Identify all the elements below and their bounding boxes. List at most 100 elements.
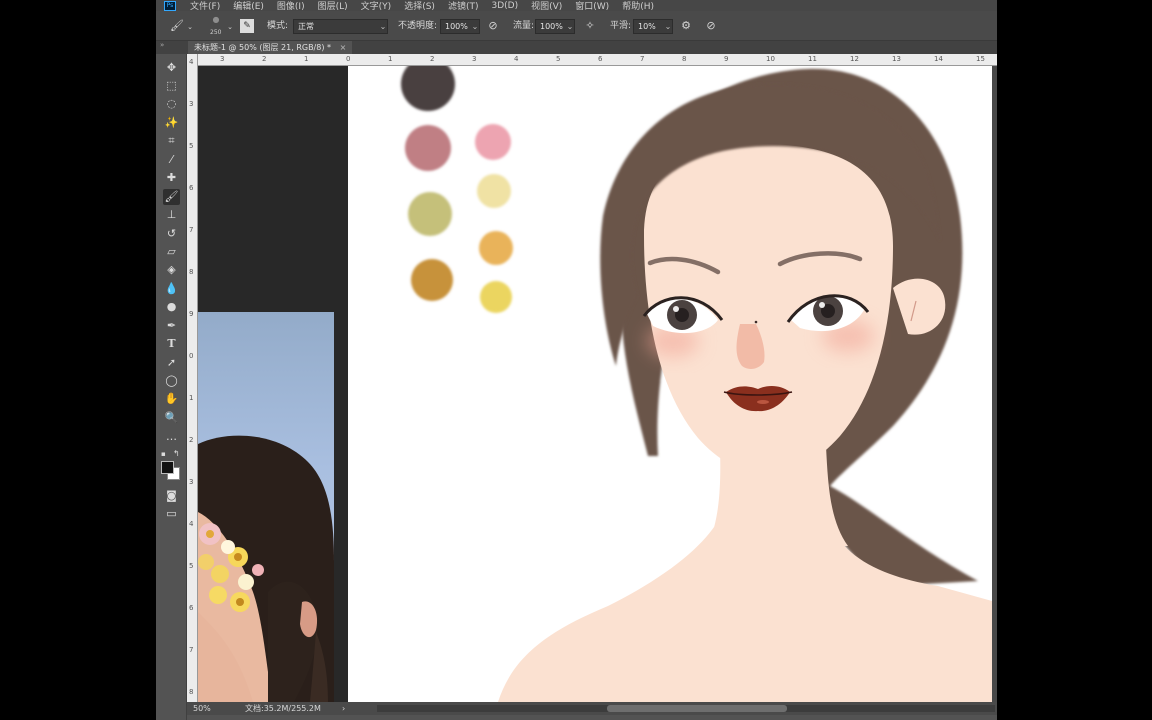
ellipse-icon[interactable]: ◯ xyxy=(163,373,180,389)
ruler-tick-label: 5 xyxy=(189,562,194,570)
smoothing-label: 平滑: xyxy=(610,21,632,31)
airbrush-icon[interactable]: ✧ xyxy=(583,20,597,32)
lasso-icon[interactable]: ◌ xyxy=(163,96,180,112)
tools-panel: ✥ ⬚ ◌ ✨ ⌗ ⁄ ✚ 🖌 ⊥ ↺ ▱ ◈ 💧 ● ✒ T ➚ ◯ ✋ 🔍 … xyxy=(156,54,187,720)
status-bar: 50% 文档:35.2M/255.2M › xyxy=(187,702,997,715)
ruler-tick-label: 9 xyxy=(724,55,729,63)
screen-mode-icon[interactable]: ▭ xyxy=(163,506,180,522)
brush-panel-toggle-icon[interactable]: ✎ xyxy=(240,19,254,33)
chevron-down-icon[interactable]: ⌄ xyxy=(378,19,388,34)
tab-title: 未标题-1 @ 50% (图层 21, RGB/8) * xyxy=(194,43,332,52)
color-palette xyxy=(401,66,513,313)
chevron-down-icon[interactable]: ⌄ xyxy=(226,21,234,33)
brush-preset-icon[interactable]: 🖌 xyxy=(170,20,184,32)
stamp-icon[interactable]: ⊥ xyxy=(163,207,180,223)
dodge-icon[interactable]: ● xyxy=(163,299,180,315)
ruler-tick-label: 5 xyxy=(556,55,561,63)
ruler-tick-label: 1 xyxy=(388,55,393,63)
history-brush-icon[interactable]: ↺ xyxy=(163,226,180,242)
quick-mask-icon[interactable]: ◙ xyxy=(163,488,180,504)
pressure-opacity-icon[interactable]: ⊘ xyxy=(486,20,500,32)
workspace xyxy=(198,66,992,702)
bucket-icon[interactable]: ◈ xyxy=(163,262,180,278)
chevron-down-icon[interactable]: ⌄ xyxy=(186,21,194,33)
brush-tip-icon[interactable]: ● xyxy=(209,14,223,24)
move-icon[interactable]: ✥ xyxy=(163,60,180,76)
swap-colors-icon[interactable]: ↰ xyxy=(173,449,180,458)
type-icon[interactable]: T xyxy=(163,336,180,352)
ruler-tick-label: 9 xyxy=(189,310,194,318)
horizontal-ruler: 3 2 1 0 1 2 3 4 5 6 7 8 9 10 11 12 13 14 15 xyxy=(198,54,997,66)
crop-icon[interactable]: ⌗ xyxy=(163,133,180,149)
tab-document[interactable]: 未标题-1 @ 50% (图层 21, RGB/8) * × xyxy=(188,41,353,54)
color-swatch xyxy=(480,281,512,313)
status-menu-arrow[interactable]: › xyxy=(342,702,345,715)
flow-label: 流量: xyxy=(513,21,535,31)
marquee-icon[interactable]: ⬚ xyxy=(163,78,180,94)
ruler-tick-label: 0 xyxy=(189,352,194,360)
brush-size-value: 250 xyxy=(210,29,222,36)
vertical-ruler: 4 3 5 6 7 8 9 0 1 2 3 4 5 6 7 8 xyxy=(187,54,198,702)
ruler-tick-label: 4 xyxy=(189,58,194,66)
more-icon[interactable]: … xyxy=(163,429,180,445)
canvas[interactable] xyxy=(348,66,992,702)
ruler-tick-label: 6 xyxy=(189,184,194,192)
ruler-tick-label: 11 xyxy=(808,55,817,63)
brush-icon[interactable]: 🖌 xyxy=(163,189,180,205)
chevron-down-icon[interactable]: ⌄ xyxy=(470,19,480,34)
default-colors-icon[interactable]: ▪ xyxy=(161,450,166,458)
ruler-tick-label: 1 xyxy=(189,394,194,402)
ruler-tick-label: 4 xyxy=(189,520,194,528)
color-swatch xyxy=(475,124,511,160)
foreground-color-swatch[interactable] xyxy=(161,461,174,474)
ruler-tick-label: 7 xyxy=(640,55,645,63)
ruler-tick-label: 8 xyxy=(682,55,687,63)
horizontal-scrollbar[interactable] xyxy=(377,705,995,712)
ruler-tick-label: 2 xyxy=(262,55,267,63)
ruler-tick-label: 8 xyxy=(189,688,194,696)
eraser-icon[interactable]: ▱ xyxy=(163,244,180,260)
ruler-tick-label: 13 xyxy=(892,55,901,63)
mode-select[interactable]: 正常 xyxy=(293,19,388,34)
ruler-tick-label: 3 xyxy=(220,55,225,63)
ruler-tick-label: 2 xyxy=(430,55,435,63)
document-size: 文档:35.2M/255.2M xyxy=(245,704,321,713)
blur-icon[interactable]: 💧 xyxy=(163,281,180,297)
reference-photo xyxy=(198,312,334,702)
photoshop-logo-icon: Ps xyxy=(164,0,176,11)
pen-icon[interactable]: ✒ xyxy=(163,318,180,334)
ruler-tick-label: 12 xyxy=(850,55,859,63)
zoom-level[interactable]: 50% xyxy=(193,702,211,715)
zoom-icon[interactable]: 🔍 xyxy=(163,410,180,426)
eyedropper-icon[interactable]: ⁄ xyxy=(163,152,180,168)
ruler-tick-label: 1 xyxy=(304,55,309,63)
collapse-toolbar-icon[interactable]: » xyxy=(160,41,164,49)
ruler-tick-label: 5 xyxy=(189,142,194,150)
color-swatch xyxy=(401,66,455,111)
ruler-tick-label: 8 xyxy=(189,268,194,276)
magic-wand-icon[interactable]: ✨ xyxy=(163,115,180,131)
healing-icon[interactable]: ✚ xyxy=(163,170,180,186)
menu-bar: Ps 文件(F) 编辑(E) 图像(I) 图层(L) 文字(Y) 选择(S) 滤… xyxy=(156,0,997,12)
vertical-scrollbar[interactable] xyxy=(992,66,997,702)
mode-label: 模式: xyxy=(267,21,289,31)
chevron-down-icon[interactable]: ⌄ xyxy=(565,19,575,34)
ruler-tick-label: 0 xyxy=(346,55,351,63)
menu-3d[interactable]: 3D(D) xyxy=(491,1,518,11)
ruler-tick-label: 4 xyxy=(514,55,519,63)
ruler-tick-label: 10 xyxy=(766,55,775,63)
chevron-down-icon[interactable]: ⌄ xyxy=(663,19,673,34)
hand-icon[interactable]: ✋ xyxy=(163,391,180,407)
scroll-thumb[interactable] xyxy=(607,705,787,712)
path-select-icon[interactable]: ➚ xyxy=(163,355,180,371)
photoshop-window: Ps 文件(F) 编辑(E) 图像(I) 图层(L) 文字(Y) 选择(S) 滤… xyxy=(156,0,997,720)
close-icon[interactable]: × xyxy=(340,43,347,52)
options-bar: 🖌 ⌄ ● 250 ⌄ ✎ 模式: 正常 ⌄ 不透明度: 100% ⌄ ⊘ 流量… xyxy=(156,11,997,41)
ruler-tick-label: 6 xyxy=(598,55,603,63)
document-tab-bar: » 未标题-1 @ 50% (图层 21, RGB/8) * × xyxy=(156,41,997,54)
pressure-size-icon[interactable]: ⊘ xyxy=(704,20,718,32)
gear-icon[interactable]: ⚙ xyxy=(679,20,693,32)
ruler-tick-label: 7 xyxy=(189,226,194,234)
color-swatch xyxy=(411,259,453,301)
color-swatch xyxy=(405,125,451,171)
